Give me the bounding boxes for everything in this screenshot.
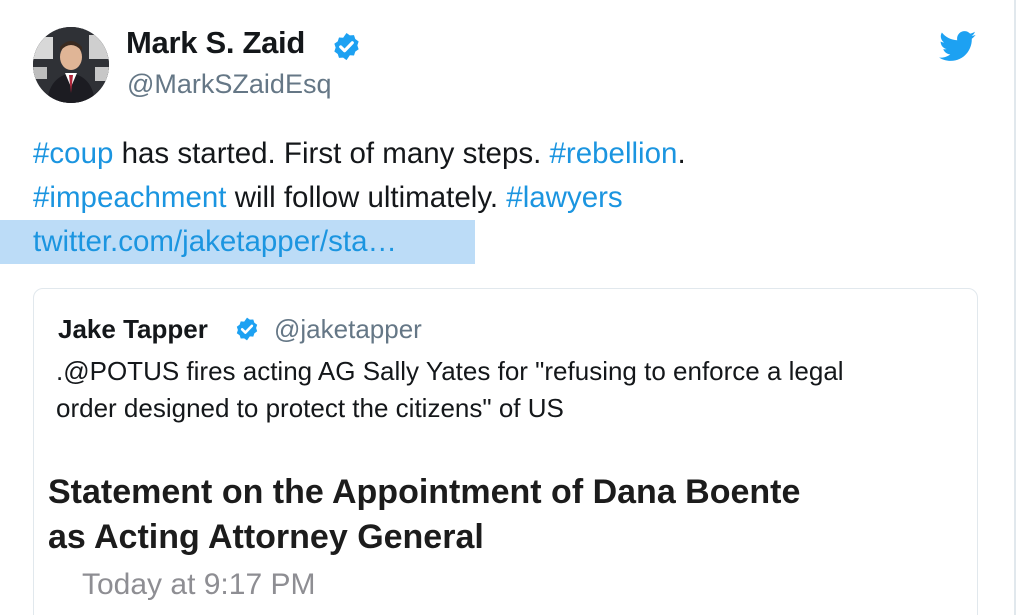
hashtag-link[interactable]: #lawyers	[506, 181, 622, 214]
quoted-tweet[interactable]: Jake Tapper @jaketapper .@POTUS fires ac…	[33, 288, 978, 615]
statement-title-line: as Acting Attorney General	[48, 518, 484, 556]
verified-badge-icon	[236, 317, 258, 341]
twitter-bird-icon[interactable]	[939, 31, 977, 62]
quoted-author-display-name[interactable]: Jake Tapper	[58, 314, 208, 345]
quoted-tweet-url[interactable]: twitter.com/jaketapper/sta…	[33, 225, 397, 258]
statement-title: Statement on the Appointment of Dana Boe…	[48, 470, 948, 560]
quoted-tweet-text: .@POTUS fires acting AG Sally Yates for …	[56, 353, 961, 427]
hashtag-link[interactable]: #impeachment	[33, 181, 227, 214]
verified-badge-icon	[334, 32, 359, 61]
tweet-text: #coup has started. First of many steps. …	[0, 132, 993, 264]
statement-title-line: Statement on the Appointment of Dana Boe…	[48, 473, 801, 511]
tweet-text-segment: has started. First of many steps.	[113, 137, 550, 170]
tweet-text-segment: .	[677, 137, 686, 170]
divider	[1014, 0, 1016, 615]
tweet-text-segment: will follow ultimately.	[226, 181, 507, 214]
quoted-author-handle[interactable]: @jaketapper	[274, 314, 422, 345]
quoted-text-line: order designed to protect the citizens" …	[56, 393, 564, 423]
author-display-name[interactable]: Mark S. Zaid	[126, 25, 305, 61]
avatar[interactable]	[33, 27, 109, 103]
statement-timestamp: Today at 9:17 PM	[82, 568, 316, 601]
tweet-card: Mark S. Zaid @MarkSZaidEsq #coup has sta…	[0, 0, 1024, 615]
quoted-text-line: .@POTUS fires acting AG Sally Yates for …	[56, 356, 844, 386]
profile-photo	[33, 27, 109, 103]
hashtag-link[interactable]: #rebellion	[550, 137, 678, 170]
author-handle[interactable]: @MarkSZaidEsq	[127, 69, 331, 100]
hashtag-link[interactable]: #coup	[33, 137, 113, 170]
